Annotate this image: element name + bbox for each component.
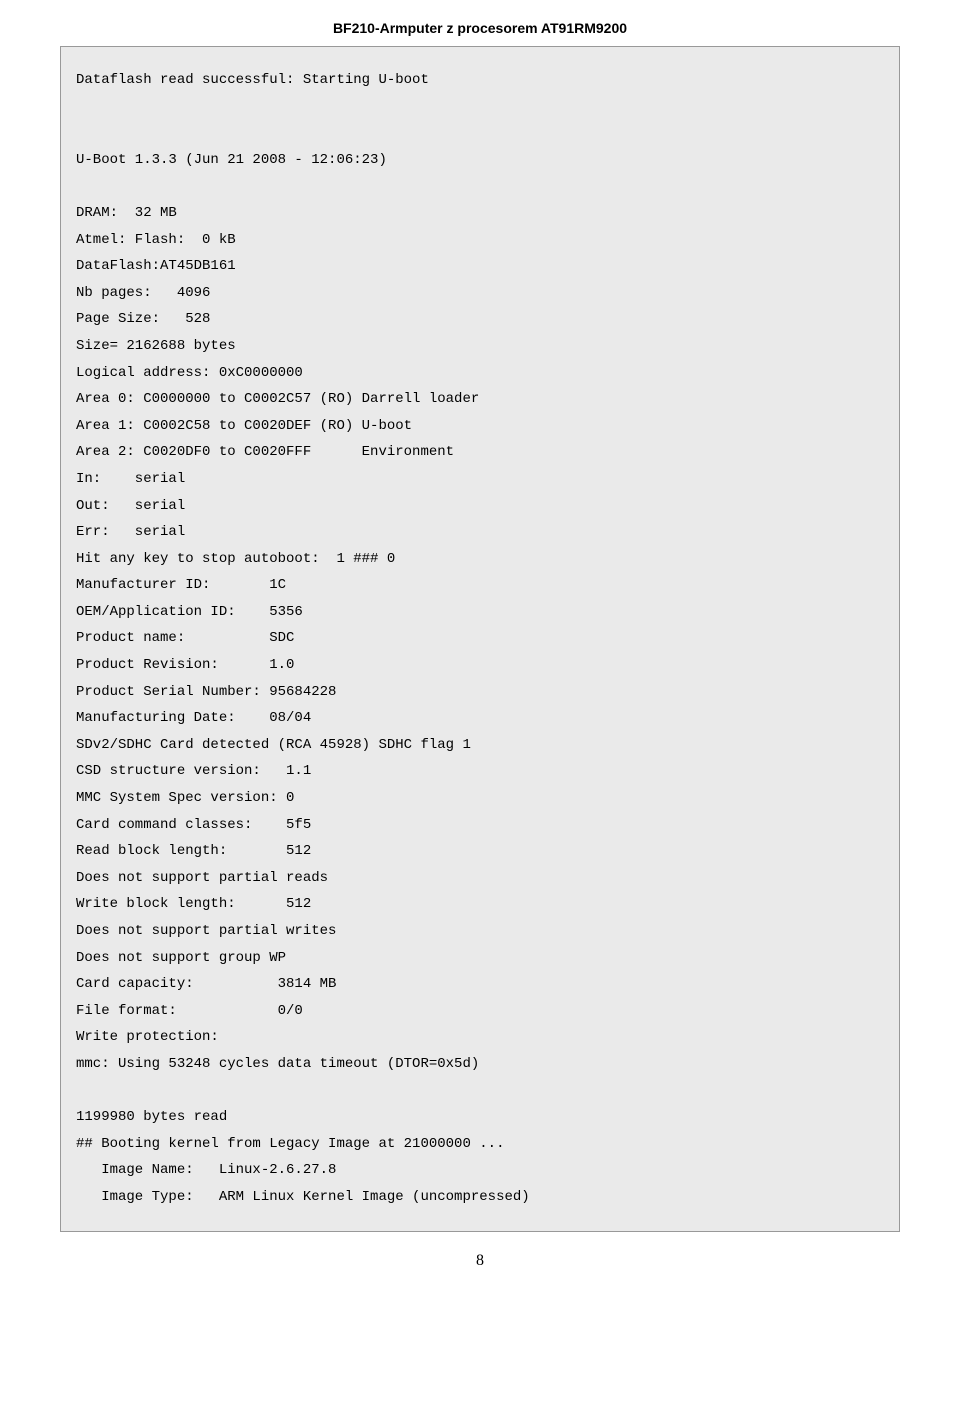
console-line: Read block length: 512	[76, 843, 311, 859]
console-line: Out: serial	[76, 498, 185, 514]
console-line: DRAM: 32 MB	[76, 205, 177, 221]
console-line: ## Booting kernel from Legacy Image at 2…	[76, 1136, 504, 1152]
console-output: Dataflash read successful: Starting U-bo…	[60, 46, 900, 1232]
console-line: Dataflash read successful: Starting U-bo…	[76, 72, 429, 88]
console-line: U-Boot 1.3.3 (Jun 21 2008 - 12:06:23)	[76, 152, 387, 168]
console-line: Area 1: C0002C58 to C0020DEF (RO) U-boot	[76, 418, 412, 434]
console-line: Write block length: 512	[76, 896, 311, 912]
console-line: MMC System Spec version: 0	[76, 790, 294, 806]
document-header: BF210-Armputer z procesorem AT91RM9200	[60, 20, 900, 36]
console-line: Hit any key to stop autoboot: 1 ### 0	[76, 551, 395, 567]
console-line: Product Serial Number: 95684228	[76, 684, 336, 700]
console-line: In: serial	[76, 471, 185, 487]
console-line: Manufacturing Date: 08/04	[76, 710, 311, 726]
console-line: Product name: SDC	[76, 630, 294, 646]
console-line: Manufacturer ID: 1C	[76, 577, 286, 593]
console-line: OEM/Application ID: 5356	[76, 604, 303, 620]
console-line: CSD structure version: 1.1	[76, 763, 311, 779]
console-line: Page Size: 528	[76, 311, 210, 327]
console-line: Nb pages: 4096	[76, 285, 210, 301]
console-line: File format: 0/0	[76, 1003, 303, 1019]
console-line: Does not support partial reads	[76, 870, 328, 886]
console-line: Size= 2162688 bytes	[76, 338, 236, 354]
console-line: Image Type: ARM Linux Kernel Image (unco…	[76, 1189, 530, 1205]
console-line: Logical address: 0xC0000000	[76, 365, 303, 381]
console-line: Write protection:	[76, 1029, 219, 1045]
console-line: Product Revision: 1.0	[76, 657, 294, 673]
console-line: DataFlash:AT45DB161	[76, 258, 236, 274]
console-line: Image Name: Linux-2.6.27.8	[76, 1162, 336, 1178]
console-line: 1199980 bytes read	[76, 1109, 227, 1125]
console-line: Does not support partial writes	[76, 923, 336, 939]
console-line: Card command classes: 5f5	[76, 817, 311, 833]
console-line: Area 2: C0020DF0 to C0020FFF Environment	[76, 444, 454, 460]
console-line: Does not support group WP	[76, 950, 286, 966]
console-line: Area 0: C0000000 to C0002C57 (RO) Darrel…	[76, 391, 479, 407]
console-line: Card capacity: 3814 MB	[76, 976, 336, 992]
page-container: BF210-Armputer z procesorem AT91RM9200 D…	[0, 0, 960, 1310]
console-line: mmc: Using 53248 cycles data timeout (DT…	[76, 1056, 479, 1072]
page-number: 8	[60, 1252, 900, 1270]
console-line: Atmel: Flash: 0 kB	[76, 232, 236, 248]
console-line: Err: serial	[76, 524, 185, 540]
console-line: SDv2/SDHC Card detected (RCA 45928) SDHC…	[76, 737, 471, 753]
